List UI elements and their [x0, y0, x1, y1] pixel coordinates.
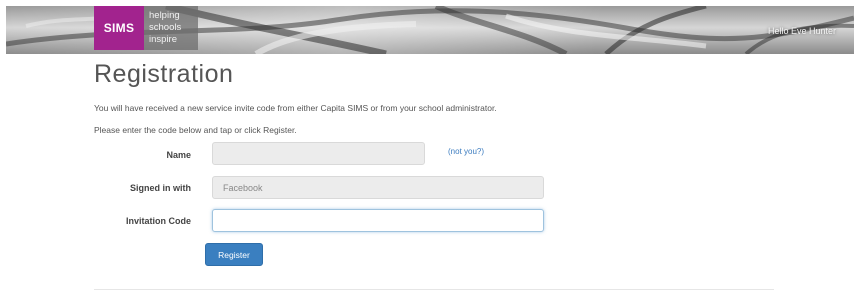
register-button[interactable]: Register [205, 243, 263, 266]
signed-in-field [212, 176, 544, 199]
tagline-line-3: inspire [149, 34, 177, 45]
sims-logo[interactable]: SIMS helping schools inspire [94, 6, 198, 50]
not-you-link[interactable]: (not you?) [448, 147, 484, 156]
footer-divider [94, 289, 774, 290]
tagline-line-2: schools [149, 22, 182, 33]
logo-mark: SIMS [94, 6, 144, 50]
tagline-line-1: helping [149, 10, 180, 21]
page-title: Registration [94, 60, 234, 88]
user-menu[interactable]: Hello Eve Hunter [768, 26, 836, 36]
invitation-code-input[interactable] [212, 209, 544, 232]
intro-text: You will have received a new service inv… [94, 103, 497, 113]
instruction-text: Please enter the code below and tap or c… [94, 125, 297, 135]
name-field[interactable] [212, 142, 425, 165]
logo-tagline: helping schools inspire [144, 6, 198, 50]
invitation-code-label: Invitation Code [126, 216, 191, 226]
header-banner: SIMS helping schools inspire Hello Eve H… [6, 6, 854, 54]
name-label: Name [166, 150, 191, 160]
signed-in-label: Signed in with [130, 183, 191, 193]
